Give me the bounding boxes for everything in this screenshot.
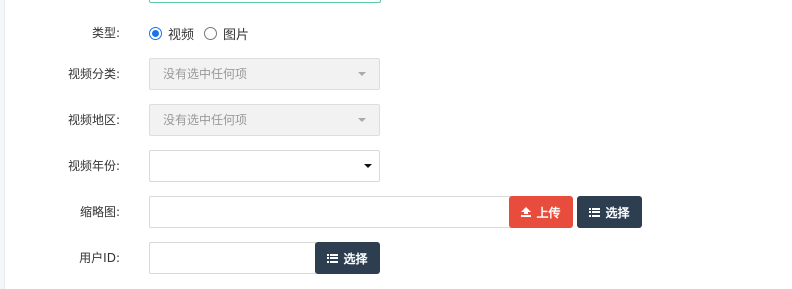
thumbnail-label: 缩略图: — [79, 205, 120, 219]
video-region-placeholder: 没有选中任何项 — [163, 113, 248, 127]
type-option-video[interactable]: 视频 — [149, 24, 194, 43]
video-category-select[interactable]: 没有选中任何项 — [149, 58, 380, 90]
user-id-label: 用户ID: — [79, 251, 120, 265]
video-category-placeholder: 没有选中任何项 — [163, 67, 248, 81]
video-region-row: 视频地区: 没有选中任何项 — [0, 104, 792, 136]
video-category-row: 视频分类: 没有选中任何项 — [0, 58, 792, 90]
video-year-select[interactable] — [149, 150, 380, 182]
video-region-select[interactable]: 没有选中任何项 — [149, 104, 380, 136]
upload-button-label: 上传 — [536, 205, 561, 220]
type-row: 类型: 视频 图片 — [0, 17, 792, 49]
previous-field-input[interactable] — [149, 0, 381, 3]
video-region-label: 视频地区: — [67, 113, 120, 127]
radio-image[interactable] — [204, 26, 218, 40]
user-id-input[interactable] — [149, 242, 316, 274]
thumbnail-select-label: 选择 — [605, 205, 630, 220]
list-icon — [589, 207, 601, 217]
type-radio-group: 视频 图片 — [149, 17, 249, 49]
user-id-select-label: 选择 — [343, 251, 368, 266]
caret-down-icon — [358, 72, 366, 76]
thumbnail-select-button[interactable]: 选择 — [577, 196, 642, 228]
type-option-image[interactable]: 图片 — [204, 24, 249, 43]
caret-down-icon — [364, 164, 372, 168]
type-option-video-label: 视频 — [168, 27, 195, 43]
user-id-row: 用户ID: 选择 — [0, 242, 792, 274]
upload-icon — [521, 207, 532, 217]
video-category-label: 视频分类: — [67, 67, 120, 81]
list-icon — [327, 253, 339, 263]
caret-down-icon — [358, 118, 366, 122]
video-year-label: 视频年份: — [67, 159, 120, 173]
video-year-row: 视频年份: — [0, 150, 792, 182]
upload-button[interactable]: 上传 — [509, 196, 573, 228]
type-label: 类型: — [91, 26, 120, 40]
thumbnail-row: 缩略图: 上传 选择 — [0, 196, 792, 228]
radio-video[interactable] — [149, 26, 162, 40]
type-option-image-label: 图片 — [223, 27, 250, 43]
user-id-select-button[interactable]: 选择 — [315, 242, 380, 274]
thumbnail-input[interactable] — [149, 196, 511, 228]
